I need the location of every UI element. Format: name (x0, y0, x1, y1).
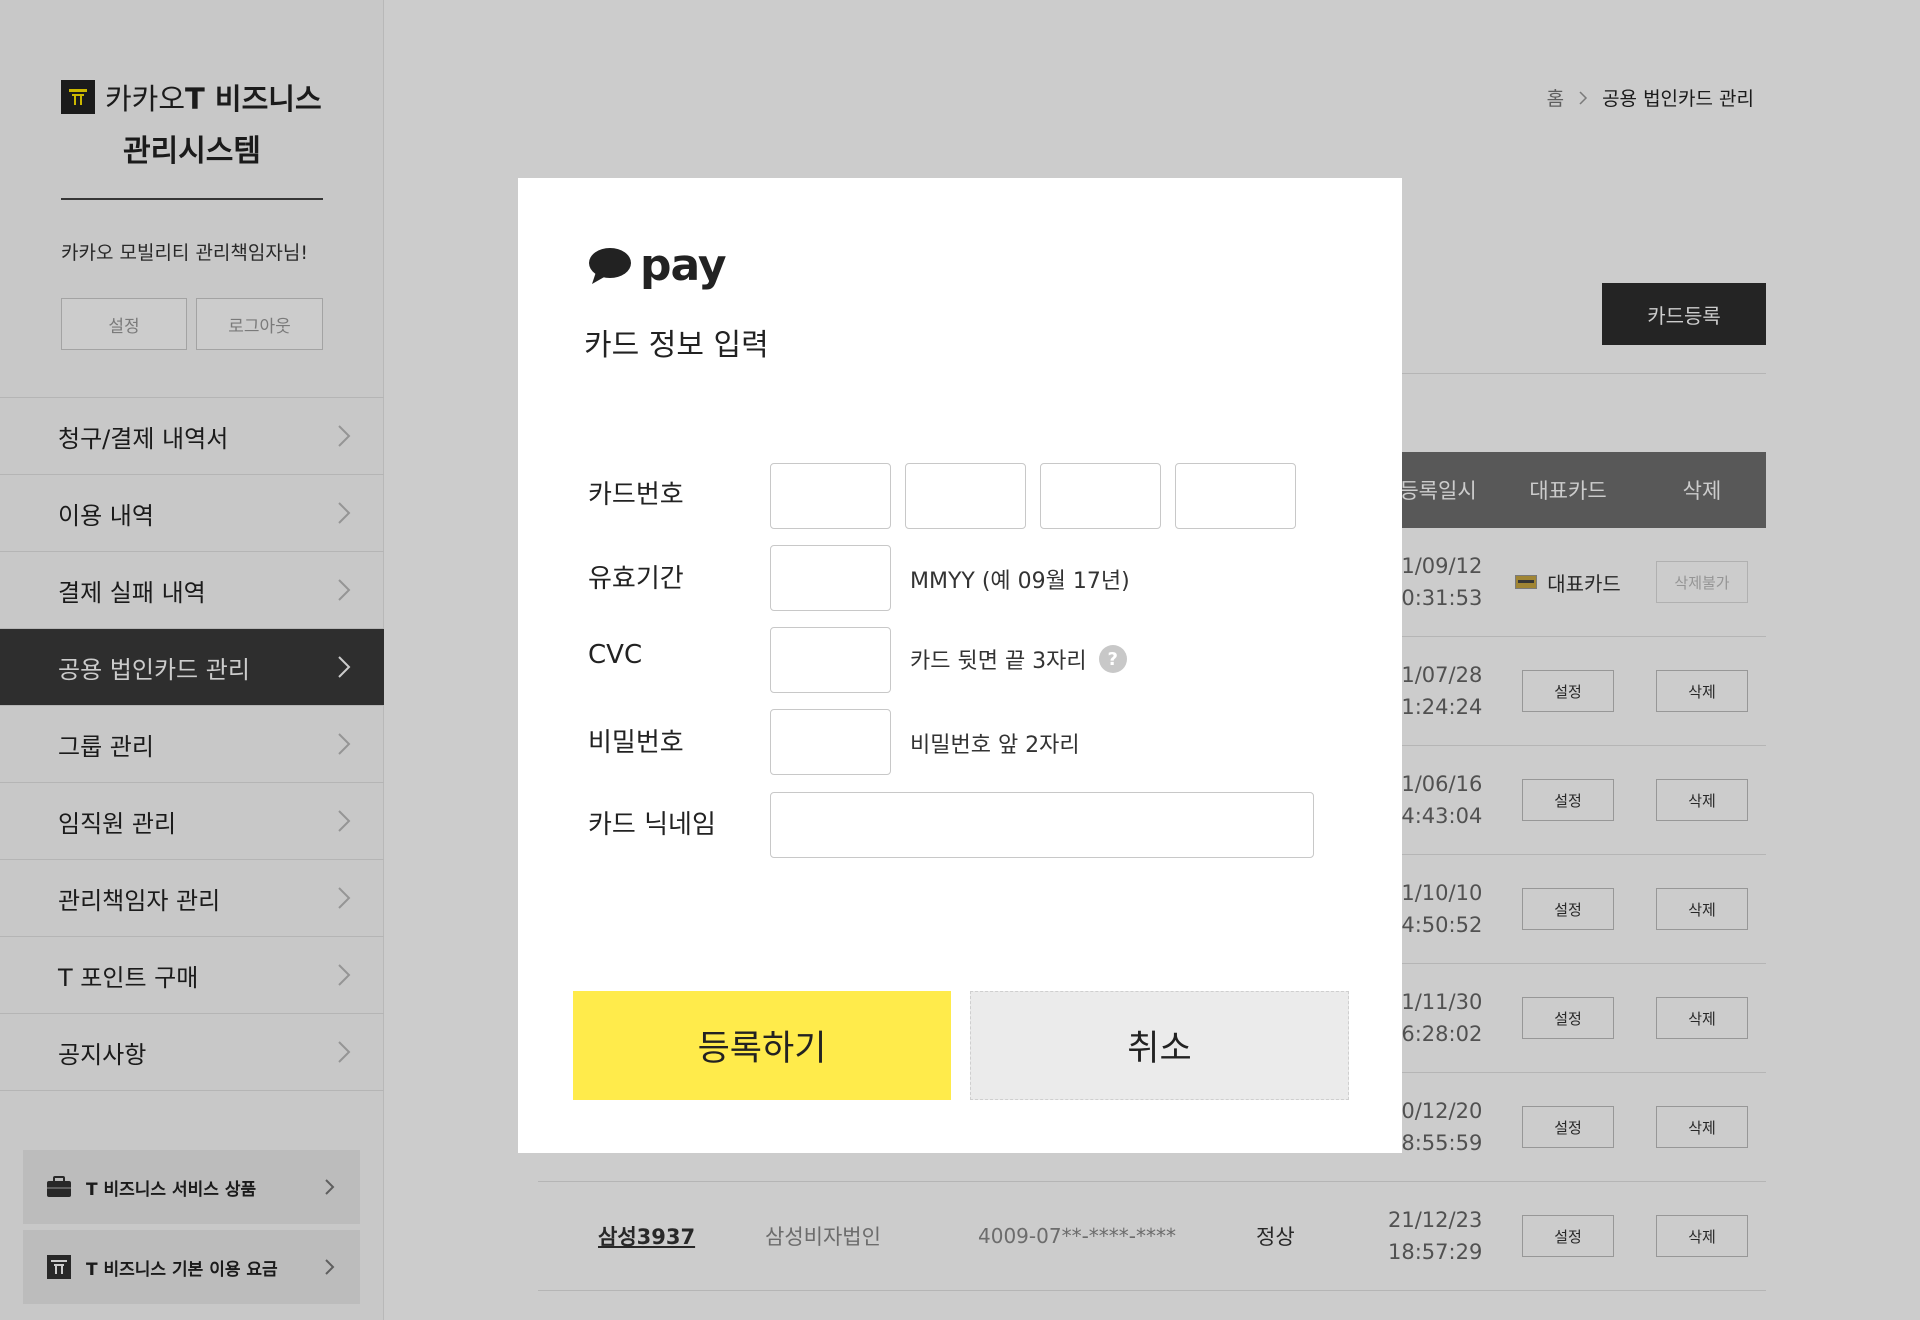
expiry-label: 유효기간 (588, 564, 684, 594)
pay-wordmark: pay (640, 240, 727, 291)
cvc-hint: 카드 뒷면 끝 3자리 ? (910, 643, 1127, 675)
card-number-field-2[interactable] (905, 463, 1026, 529)
cancel-button[interactable]: 취소 (970, 991, 1349, 1100)
card-number-label: 카드번호 (588, 480, 684, 510)
password-hint-text: 비밀번호 앞 2자리 (910, 733, 1080, 758)
register-button[interactable]: 등록하기 (573, 991, 951, 1100)
expiry-field[interactable] (770, 545, 891, 611)
card-number-field-3[interactable] (1040, 463, 1161, 529)
expiry-hint: MMYY (예 09월 17년) (910, 563, 1130, 595)
expiry-hint-text: MMYY (예 09월 17년) (910, 569, 1130, 594)
kakaopay-logo: pay (588, 240, 727, 291)
help-icon[interactable]: ? (1098, 645, 1127, 673)
speech-bubble-icon (589, 247, 631, 284)
card-number-field-1[interactable] (770, 463, 891, 529)
cvc-field[interactable] (770, 627, 891, 693)
nickname-field[interactable] (770, 792, 1314, 858)
card-number-field-4[interactable] (1175, 463, 1296, 529)
cvc-hint-text: 카드 뒷면 끝 3자리 (910, 649, 1087, 674)
password-hint: 비밀번호 앞 2자리 (910, 727, 1080, 759)
password-field[interactable] (770, 709, 891, 775)
nickname-label: 카드 닉네임 (588, 810, 716, 840)
modal-title: 카드 정보 입력 (584, 328, 769, 363)
password-label: 비밀번호 (588, 728, 684, 758)
cvc-label: CVC (588, 640, 643, 670)
card-register-modal: pay 카드 정보 입력 카드번호 유효기간 MMYY (예 09월 17년) … (518, 178, 1402, 1153)
